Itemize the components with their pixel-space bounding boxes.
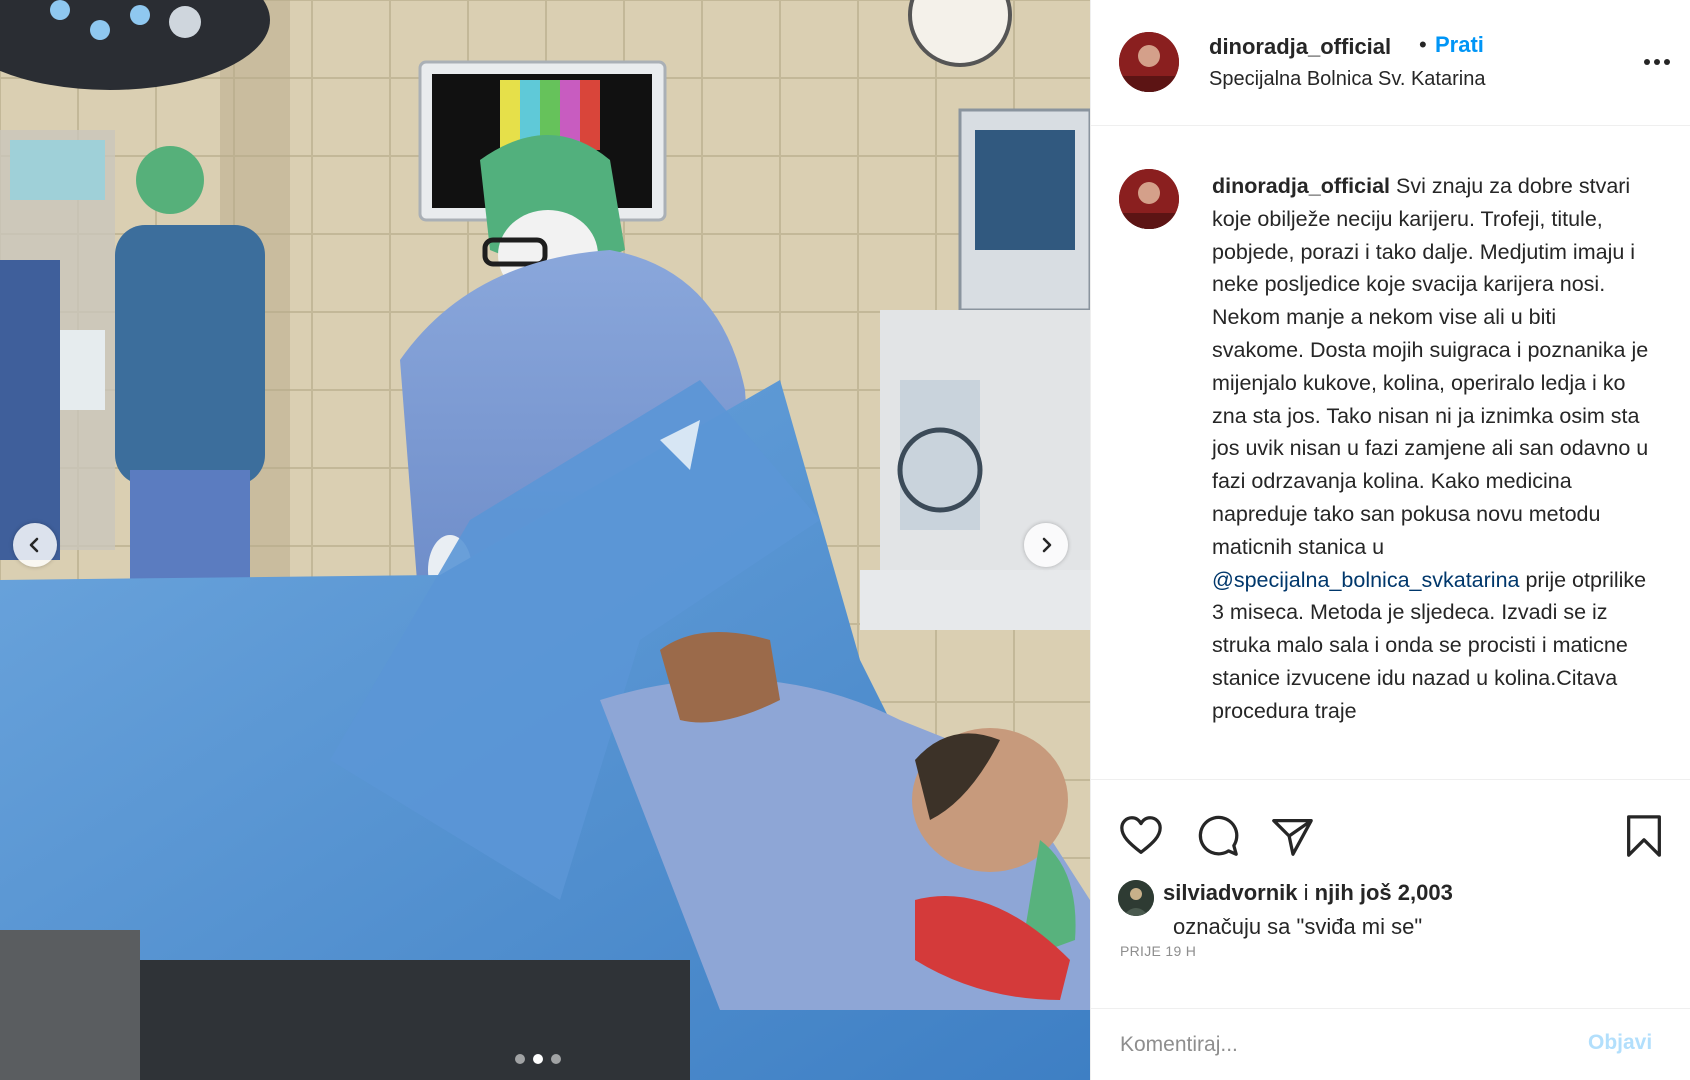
likes-count-link[interactable]: njih još 2,003	[1315, 880, 1453, 905]
likes-text: silviadvornik i njih još 2,003	[1163, 880, 1453, 906]
bookmark-icon[interactable]	[1621, 813, 1667, 859]
post-timestamp[interactable]: PRIJE 19 H	[1120, 943, 1196, 959]
likes-connector: i	[1303, 880, 1309, 905]
add-comment-bar: Objavi	[1091, 1008, 1690, 1080]
likes-summary: silviadvornik i njih još 2,003 označuju …	[1118, 872, 1678, 939]
caption-author-avatar[interactable]	[1119, 169, 1179, 229]
dot	[1644, 59, 1650, 65]
post-header: dinoradja_official • Prati Specijalna Bo…	[1091, 0, 1690, 126]
post-actions: silviadvornik i njih još 2,003 označuju …	[1091, 779, 1690, 1019]
more-options-icon[interactable]	[1639, 50, 1675, 74]
caption-text: Svi znaju za dobre stvari koje obilježe …	[1212, 174, 1649, 559]
heart-icon[interactable]	[1118, 813, 1164, 859]
carousel-dot	[551, 1054, 561, 1064]
author-avatar[interactable]	[1119, 32, 1179, 92]
carousel-dot	[533, 1054, 543, 1064]
comment-icon[interactable]	[1195, 813, 1241, 859]
author-username[interactable]: dinoradja_official	[1209, 34, 1391, 60]
carousel-prev-button[interactable]	[13, 523, 57, 567]
chevron-right-icon	[1042, 537, 1052, 553]
carousel-indicator	[515, 1054, 561, 1064]
post-photo[interactable]	[0, 0, 1090, 1080]
post-location[interactable]: Specijalna Bolnica Sv. Katarina	[1209, 68, 1485, 91]
post-comment-button[interactable]: Objavi	[1588, 1031, 1652, 1055]
dot	[1664, 59, 1670, 65]
likes-label: označuju sa "sviđa mi se"	[1173, 914, 1423, 939]
carousel-next-button[interactable]	[1024, 523, 1068, 567]
post-details-panel: dinoradja_official • Prati Specijalna Bo…	[1090, 0, 1690, 1080]
carousel-dot	[515, 1054, 525, 1064]
caption-scroll-area[interactable]: dinoradja_official Svi znaju za dobre st…	[1091, 127, 1690, 779]
paper-plane-icon[interactable]	[1269, 813, 1315, 859]
comment-input[interactable]	[1120, 1027, 1570, 1063]
avatar-image	[1119, 169, 1179, 229]
chevron-left-icon	[29, 537, 39, 553]
post-caption: dinoradja_official Svi znaju za dobre st…	[1212, 170, 1652, 728]
caption-username[interactable]: dinoradja_official	[1212, 174, 1390, 198]
separator-dot: •	[1419, 32, 1427, 57]
follow-button[interactable]: Prati	[1435, 32, 1484, 58]
liker-avatar[interactable]	[1118, 880, 1154, 916]
avatar-image	[1119, 32, 1179, 92]
operating-room-photo	[0, 0, 1090, 1080]
caption-mention-link[interactable]: @specijalna_bolnica_svkatarina	[1212, 568, 1519, 592]
liker-username[interactable]: silviadvornik	[1163, 880, 1298, 905]
dot	[1654, 59, 1660, 65]
avatar-image	[1118, 880, 1154, 916]
